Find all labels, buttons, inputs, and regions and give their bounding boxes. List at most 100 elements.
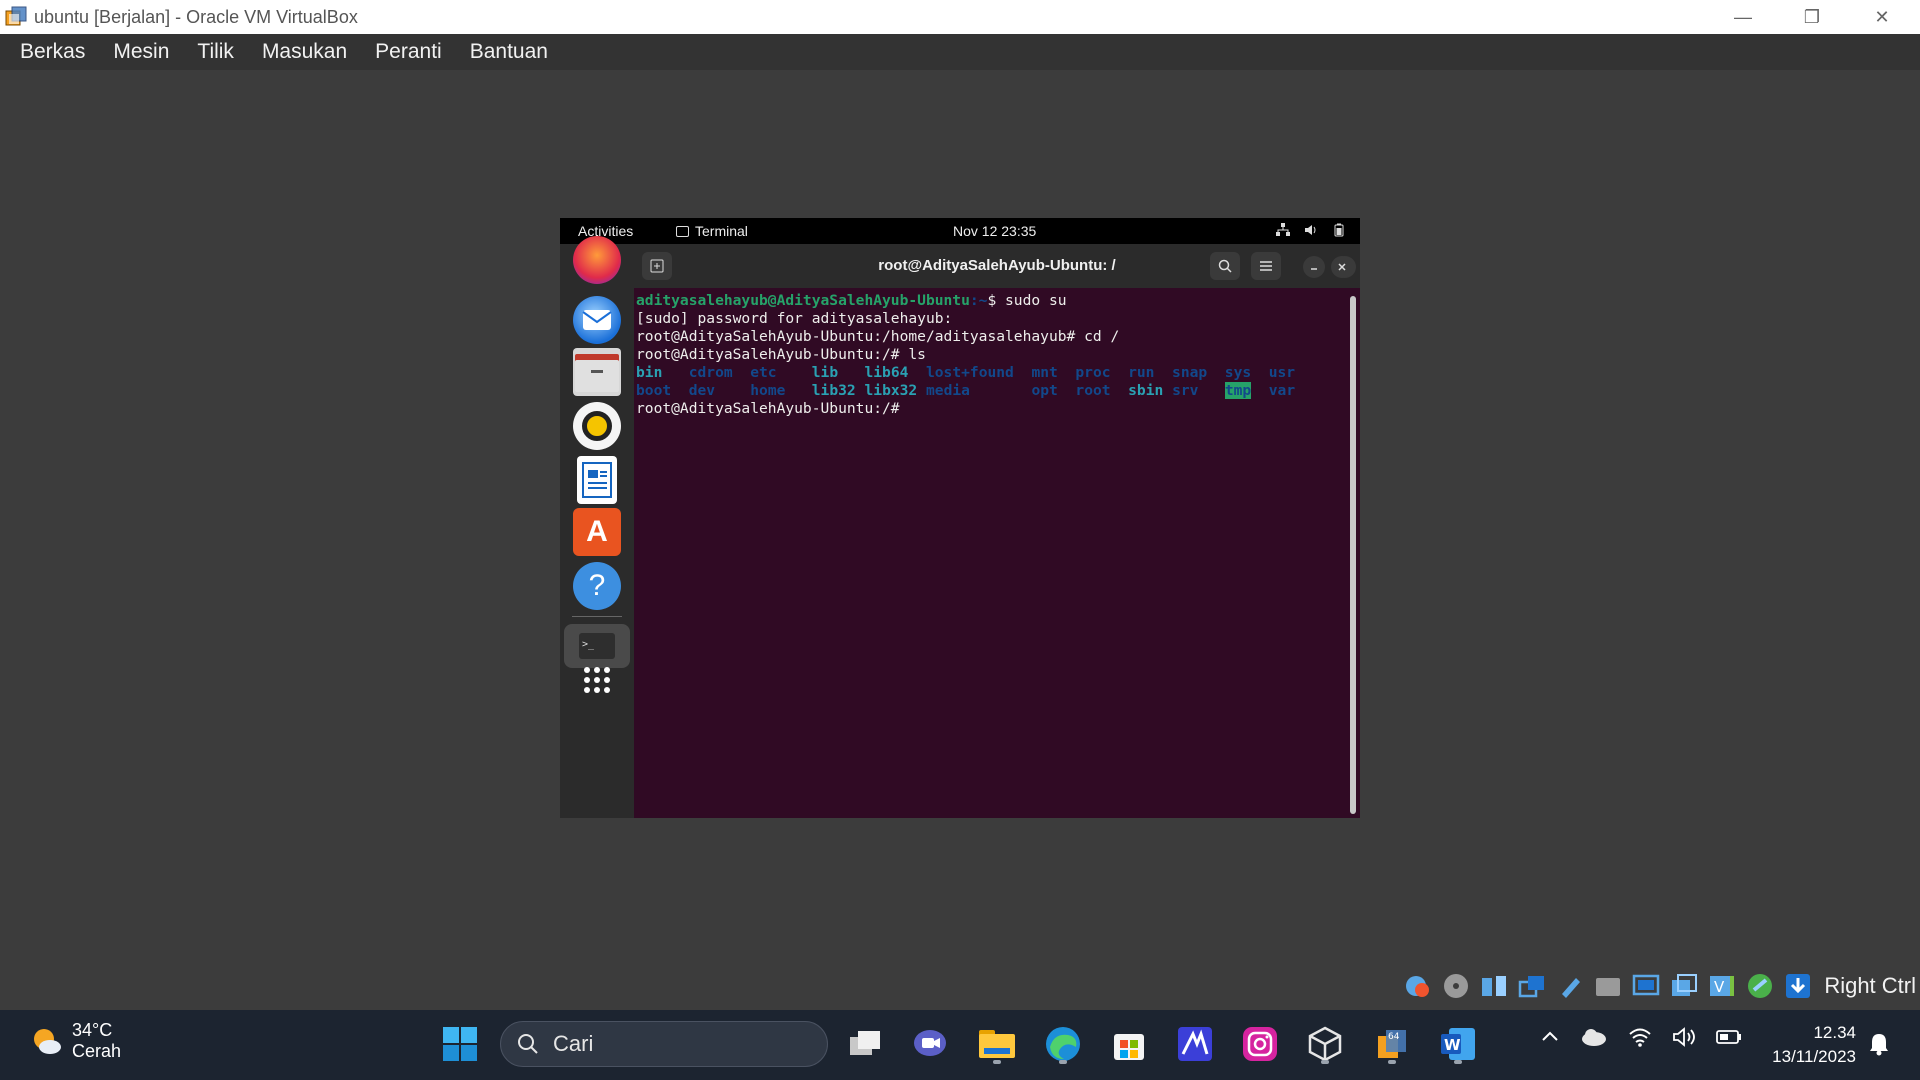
- folder-icon: [979, 1030, 1015, 1058]
- battery-icon[interactable]: [1716, 1029, 1742, 1045]
- menu-mesin[interactable]: Mesin: [113, 40, 169, 64]
- hamburger-icon: [1260, 261, 1272, 271]
- app-menu-label: Terminal: [695, 223, 748, 239]
- mouse-integration-icon[interactable]: [1744, 970, 1776, 1002]
- menu-button[interactable]: [1251, 252, 1281, 280]
- teams-chat-button[interactable]: [908, 1022, 952, 1066]
- taskbar-search[interactable]: Cari: [500, 1021, 828, 1067]
- firefox-icon[interactable]: [573, 236, 621, 284]
- terminal-line: [sudo] password for adityasalehayub:: [636, 310, 953, 327]
- vector-app-button[interactable]: [1173, 1022, 1217, 1066]
- rhythmbox-icon[interactable]: [573, 402, 621, 450]
- terminal-scrollbar[interactable]: [1350, 296, 1356, 814]
- virtualbox-icon: 64: [1378, 1030, 1406, 1058]
- usb-icon[interactable]: [1554, 970, 1586, 1002]
- onedrive-icon[interactable]: [1580, 1026, 1608, 1048]
- ls-entry: mnt: [1031, 364, 1058, 381]
- app-menu[interactable]: Terminal: [676, 223, 748, 239]
- menu-tilik[interactable]: Tilik: [197, 40, 234, 64]
- window-title: ubuntu [Berjalan] - Oracle VM VirtualBox: [34, 6, 358, 27]
- terminal-headerbar[interactable]: root@AdityaSalehAyub-Ubuntu: /: [634, 244, 1360, 288]
- writer-icon[interactable]: [577, 456, 617, 504]
- ls-entry: proc: [1075, 364, 1111, 381]
- vm-display[interactable]: Activities Terminal Nov 12 23:35 A ? >_ …: [560, 218, 1360, 818]
- files-icon[interactable]: [573, 348, 621, 396]
- terminal-window[interactable]: root@AdityaSalehAyub-Ubuntu: / adityasal…: [634, 244, 1360, 818]
- restore-button[interactable]: ❐: [1778, 0, 1846, 34]
- edge-browser-button[interactable]: [1041, 1022, 1085, 1066]
- app-center-icon[interactable]: A: [573, 508, 621, 556]
- keyboard-icon[interactable]: [1782, 970, 1814, 1002]
- minimize-icon: [1311, 268, 1317, 270]
- start-button[interactable]: [438, 1022, 482, 1066]
- ls-entry: libx32: [864, 382, 918, 399]
- activities-button[interactable]: Activities: [578, 223, 633, 239]
- ls-entry: usr: [1268, 364, 1296, 381]
- video-recording-icon[interactable]: V: [1706, 970, 1738, 1002]
- thunderbird-icon[interactable]: [573, 296, 621, 344]
- menu-bantuan[interactable]: Bantuan: [470, 40, 548, 64]
- running-indicator: [1321, 1060, 1329, 1064]
- windows-logo-icon: [443, 1027, 477, 1061]
- menu-berkas[interactable]: Berkas: [20, 40, 85, 64]
- close-button[interactable]: ✕: [1848, 0, 1916, 34]
- ls-entry: var: [1268, 382, 1296, 399]
- network-status-icon[interactable]: [1516, 970, 1548, 1002]
- menu-masukan[interactable]: Masukan: [262, 40, 347, 64]
- 3d-app-button[interactable]: [1303, 1022, 1347, 1066]
- gnome-system-tray[interactable]: [1276, 223, 1346, 237]
- minimize-button[interactable]: —: [1709, 0, 1777, 34]
- search-button[interactable]: [1210, 252, 1240, 280]
- menu-peranti[interactable]: Peranti: [375, 40, 442, 64]
- show-apps-icon[interactable]: [573, 656, 621, 704]
- help-icon[interactable]: ?: [573, 562, 621, 610]
- edge-icon: [1046, 1027, 1080, 1061]
- ls-entry: media: [926, 382, 970, 399]
- notification-bell-icon[interactable]: [1868, 1032, 1890, 1061]
- volume-icon: [1305, 225, 1316, 235]
- host-key-label[interactable]: Right Ctrl: [1824, 973, 1916, 999]
- word-button[interactable]: W: [1436, 1022, 1480, 1066]
- svg-text:W: W: [1444, 1036, 1461, 1054]
- ls-entry: lib64: [864, 364, 909, 381]
- optical-drive-icon[interactable]: [1440, 970, 1472, 1002]
- svg-text:64: 64: [1388, 1032, 1400, 1042]
- search-icon: [1218, 259, 1232, 273]
- microsoft-store-button[interactable]: [1107, 1022, 1151, 1066]
- terminal-output[interactable]: adityasalehayub@AdityaSalehAyub-Ubuntu:~…: [636, 292, 1336, 418]
- ls-entry: lost+found: [925, 364, 1014, 381]
- ls-entry: cdrom: [688, 364, 733, 381]
- terminal-line: root@AdityaSalehAyub-Ubuntu:/home/aditya…: [636, 328, 1120, 345]
- audio-icon[interactable]: [1478, 970, 1510, 1002]
- task-view-button[interactable]: [843, 1022, 887, 1066]
- instagram-icon: [1243, 1027, 1277, 1061]
- ls-entry: lib32: [811, 382, 856, 399]
- windows-taskbar: 34°C Cerah Cari 64 W 12.34 13/11/2023: [0, 1010, 1920, 1080]
- screen-capture-icon[interactable]: [1668, 970, 1700, 1002]
- running-indicator: [1059, 1060, 1067, 1064]
- gnome-clock[interactable]: Nov 12 23:35: [953, 223, 1036, 239]
- ls-entry: snap: [1172, 364, 1208, 381]
- virtualbox-taskbar-button[interactable]: 64: [1370, 1022, 1414, 1066]
- command-text: $ sudo su: [987, 292, 1067, 309]
- running-indicator: [993, 1060, 1001, 1064]
- terminal-minimize-button[interactable]: [1303, 256, 1325, 278]
- instagram-button[interactable]: [1238, 1022, 1282, 1066]
- wifi-icon[interactable]: [1628, 1026, 1652, 1048]
- running-indicator: [1388, 1060, 1396, 1064]
- close-icon: [1338, 263, 1346, 271]
- ls-entry: sbin: [1128, 382, 1164, 399]
- shared-folder-icon[interactable]: [1592, 970, 1624, 1002]
- chat-icon: [914, 1030, 946, 1056]
- clock-date: 13/11/2023: [1772, 1047, 1856, 1066]
- weather-widget[interactable]: 34°C Cerah: [28, 1020, 121, 1062]
- volume-icon[interactable]: [1672, 1026, 1696, 1048]
- hard-disk-icon[interactable]: [1402, 970, 1434, 1002]
- chevron-up-icon[interactable]: [1540, 1027, 1560, 1047]
- window-titlebar[interactable]: ubuntu [Berjalan] - Oracle VM VirtualBox…: [0, 0, 1920, 34]
- task-view-icon: [850, 1031, 880, 1055]
- display-icon[interactable]: [1630, 970, 1662, 1002]
- taskbar-clock[interactable]: 12.34 13/11/2023: [1772, 1021, 1856, 1069]
- file-explorer-button[interactable]: [975, 1022, 1019, 1066]
- terminal-close-button[interactable]: [1331, 256, 1353, 278]
